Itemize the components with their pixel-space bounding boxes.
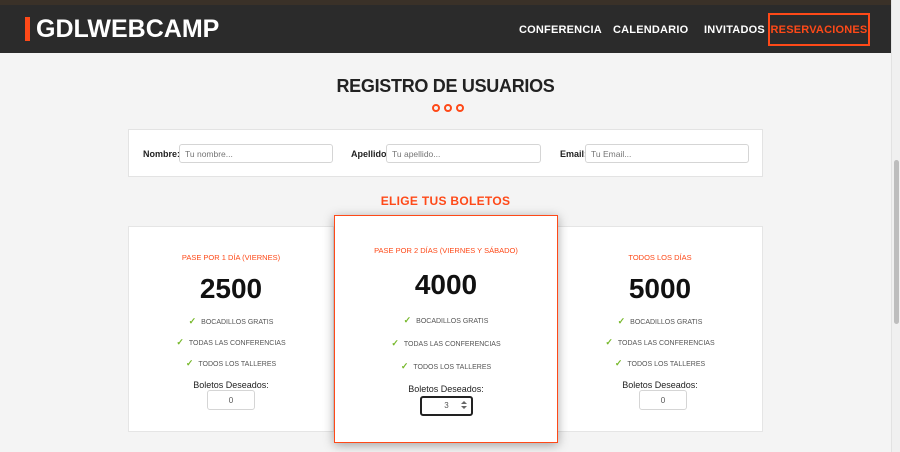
ticket-feature: ✓ TODOS LOS TALLERES <box>400 361 492 371</box>
scrollbar-thumb[interactable] <box>894 160 899 324</box>
check-icon: ✓ <box>617 316 626 326</box>
ticket-price: 2500 <box>199 273 263 304</box>
ticket-feature: ✓ BOCADILLOS GRATIS <box>403 315 489 325</box>
email-input[interactable] <box>585 144 749 163</box>
title-decoration <box>432 104 468 112</box>
decoration-circle-icon <box>432 104 440 112</box>
apellido-input[interactable] <box>386 144 541 163</box>
logo[interactable]: GDLWEBCAMP <box>25 16 219 42</box>
tickets-heading: ELIGE TUS BOLETOS <box>380 194 511 208</box>
ticket-name: PASE POR 1 DÍA (VIERNES) <box>181 253 281 262</box>
nav-reservaciones-button[interactable]: RESERVACIONES <box>768 13 870 46</box>
ticket-feature: ✓ TODAS LAS CONFERENCIAS <box>391 338 501 348</box>
qty-input-all-days[interactable] <box>639 390 687 410</box>
ticket-card-all-days: TODOS LOS DÍAS 5000 ✓ BOCADILLOS GRATIS ✓… <box>557 226 763 432</box>
ticket-feature: ✓ TODOS LOS TALLERES <box>185 358 277 368</box>
ticket-name: TODOS LOS DÍAS <box>628 253 692 262</box>
apellido-label: Apellido: <box>351 149 390 159</box>
spinner-arrows-icon[interactable] <box>461 401 467 412</box>
ticket-feature: ✓ BOCADILLOS GRATIS <box>188 316 274 326</box>
page-title: REGISTRO DE USUARIOS <box>336 76 555 96</box>
check-icon: ✓ <box>605 337 613 347</box>
ticket-feature: ✓ TODOS LOS TALLERES <box>614 358 706 368</box>
check-icon: ✓ <box>403 315 412 325</box>
ticket-price: 5000 <box>628 273 692 304</box>
nav-invitados[interactable]: INVITADOS <box>704 13 765 46</box>
nav-calendario[interactable]: CALENDARIO <box>613 13 688 46</box>
check-icon: ✓ <box>614 358 623 368</box>
check-icon: ✓ <box>400 361 409 371</box>
nav-conferencia[interactable]: CONFERENCIA <box>519 13 602 46</box>
qty-label: Boletos Deseados: <box>408 384 484 394</box>
qty-label: Boletos Deseados: <box>193 380 269 390</box>
check-icon: ✓ <box>391 338 399 348</box>
ticket-name: PASE POR 2 DÍAS (VIERNES Y SÁBADO) <box>374 246 518 255</box>
check-icon: ✓ <box>176 337 184 347</box>
check-icon: ✓ <box>185 358 194 368</box>
registration-form: Nombre: Apellido: Email: <box>128 129 763 177</box>
email-label: Email: <box>560 149 588 159</box>
ticket-feature: ✓ BOCADILLOS GRATIS <box>617 316 703 326</box>
ticket-price: 4000 <box>414 269 478 300</box>
nombre-input[interactable] <box>179 144 333 163</box>
ticket-card-1-day: PASE POR 1 DÍA (VIERNES) 2500 ✓ BOCADILLO… <box>128 226 334 432</box>
ticket-feature: ✓ TODAS LAS CONFERENCIAS <box>176 337 286 347</box>
qty-label: Boletos Deseados: <box>622 380 698 390</box>
decoration-circle-icon <box>456 104 464 112</box>
logo-bar <box>25 17 30 41</box>
scrollbar[interactable] <box>891 0 900 452</box>
check-icon: ✓ <box>188 316 197 326</box>
ticket-card-2-days: PASE POR 2 DÍAS (VIERNES Y SÁBADO) 4000 … <box>334 215 558 443</box>
ticket-feature: ✓ TODAS LAS CONFERENCIAS <box>605 337 715 347</box>
nombre-label: Nombre: <box>143 149 181 159</box>
header: GDLWEBCAMP CONFERENCIA CALENDARIO INVITA… <box>0 5 891 53</box>
qty-input-1-day[interactable] <box>207 390 255 410</box>
decoration-circle-icon <box>444 104 452 112</box>
qty-input-2-days[interactable]: 3 <box>420 396 473 416</box>
logo-text: GDLWEBCAMP <box>36 15 220 43</box>
